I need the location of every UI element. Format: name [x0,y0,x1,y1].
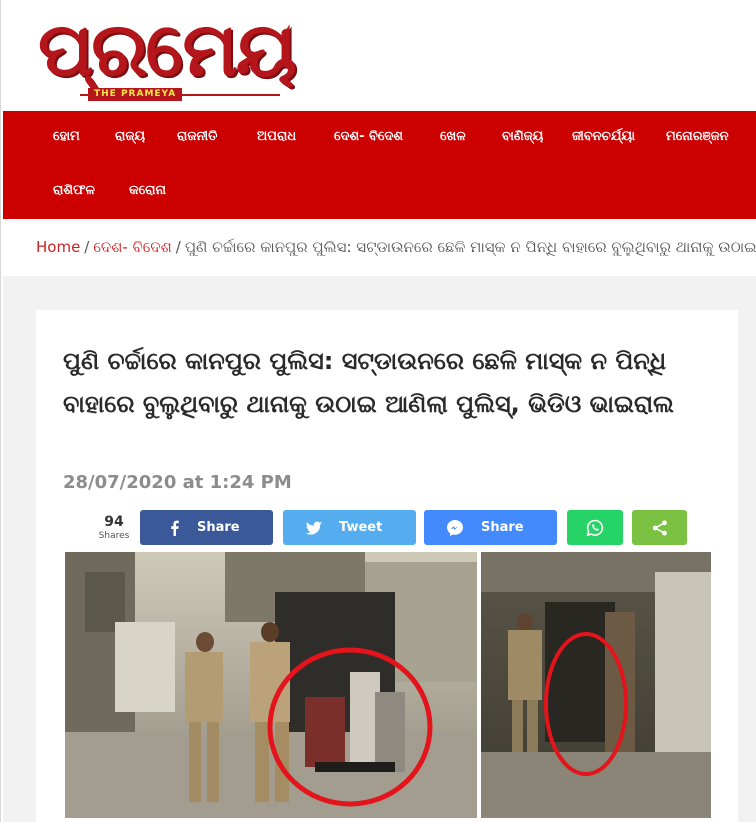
nav-item-corona[interactable]: କରୋନା [129,183,166,198]
twitter-tweet-button[interactable]: Tweet [283,510,416,545]
breadcrumb: Home / ଦେଶ- ବିଦେଶ / ପୁଣି ଚର୍ଚ୍ଚାରେ କାନପୁର ପୁ… [36,238,756,256]
article-image [65,552,711,818]
twitter-tweet-label: Tweet [339,520,383,535]
main-nav: ହୋମ ରାଜ୍ୟ ରାଜନୀତି ଅପରାଧ ଦେଶ- ବିଦେଶ ଖେଳ ବ… [3,111,756,219]
logo-tagline: THE PRAMEYA [88,88,183,101]
breadcrumb-current: ପୁଣି ଚର୍ଚ୍ଚାରେ କାନପୁର ପୁଲିସ: ସଟ୍‌ଡାଉନରେ … [184,238,756,256]
messenger-share-button[interactable]: Share [424,510,557,545]
article-date: 28/07/2020 at 1:24 PM [63,472,292,493]
share-count-label: Shares [98,531,130,541]
share-count: 94 Shares [92,514,136,542]
page-edge [0,0,1,822]
twitter-icon [305,521,322,535]
whatsapp-share-button[interactable] [567,510,623,545]
nav-item-crime[interactable]: ଅପରାଧ [257,129,296,144]
messenger-share-label: Share [481,520,524,535]
whatsapp-icon [586,519,604,537]
breadcrumb-category[interactable]: ଦେଶ- ବିଦେଶ [93,238,171,256]
nav-item-state[interactable]: ରାଜ୍ୟ [115,129,145,144]
article-image-scene [65,552,711,818]
messenger-icon [447,520,463,536]
nav-item-politics[interactable]: ରାଜନୀତି [177,129,217,144]
more-share-button[interactable] [632,510,687,545]
facebook-share-label: Share [197,520,240,535]
nav-item-national-international[interactable]: ଦେଶ- ବିଦେଶ [334,129,403,144]
breadcrumb-separator: / [84,238,90,256]
nav-row-2: ରାଶିଫଳ କରୋନା [3,165,756,219]
nav-item-sports[interactable]: ଖେଳ [440,129,466,144]
nav-item-horoscope[interactable]: ରାଶିଫଳ [53,183,95,198]
site-logo[interactable]: ପ୍ରମେୟ THE PRAMEYA [38,8,298,104]
logo-wordmark: ପ୍ରମେୟ [38,7,297,93]
breadcrumb-separator: / [175,238,181,256]
nav-item-lifestyle[interactable]: ଜୀବନଚର୍ଯ୍ୟା [572,129,635,144]
nav-item-entertainment[interactable]: ମନୋରଞ୍ଜନ [666,129,729,144]
facebook-icon [171,520,179,536]
nav-row-1: ହୋମ ରାଜ୍ୟ ରାଜନୀତି ଅପରାଧ ଦେଶ- ବିଦେଶ ଖେଳ ବ… [3,111,756,165]
nav-item-home[interactable]: ହୋମ [53,129,80,144]
share-count-number: 94 [104,514,124,530]
breadcrumb-home[interactable]: Home [36,238,80,256]
nav-item-business[interactable]: ବାଣିଜ୍ୟ [502,129,543,144]
facebook-share-button[interactable]: Share [140,510,273,545]
share-icon [652,520,667,536]
article-title: ପୁଣି ଚର୍ଚ୍ଚାରେ କାନପୁର ପୁଲିସ: ସଟ୍‌ଡାଉନରେ … [63,347,674,418]
